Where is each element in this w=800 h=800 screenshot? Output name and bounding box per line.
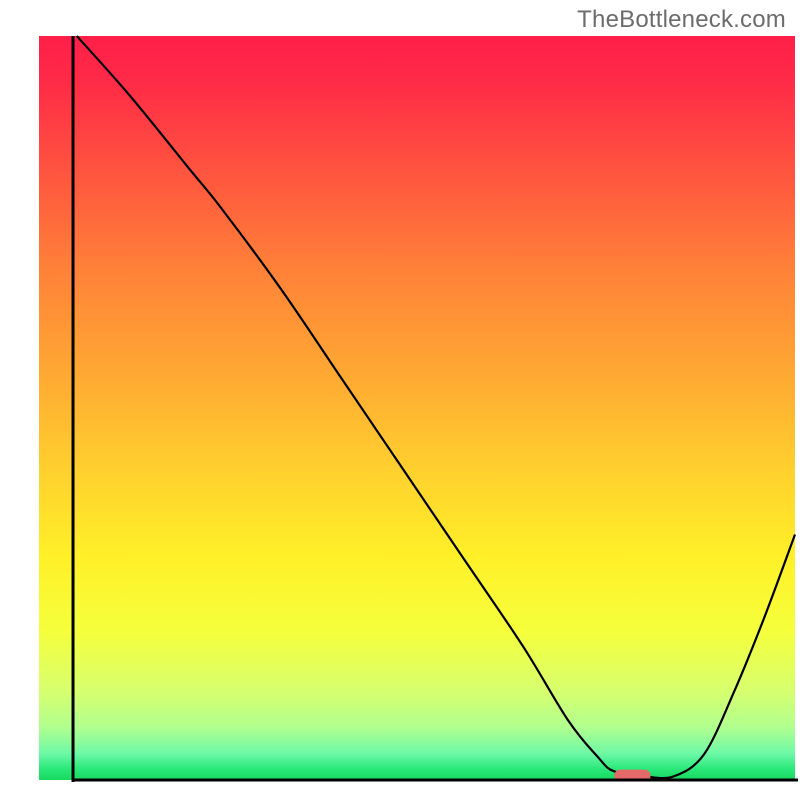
bottleneck-chart (0, 0, 800, 800)
plot-background (39, 36, 795, 780)
chart-container: TheBottleneck.com (0, 0, 800, 800)
